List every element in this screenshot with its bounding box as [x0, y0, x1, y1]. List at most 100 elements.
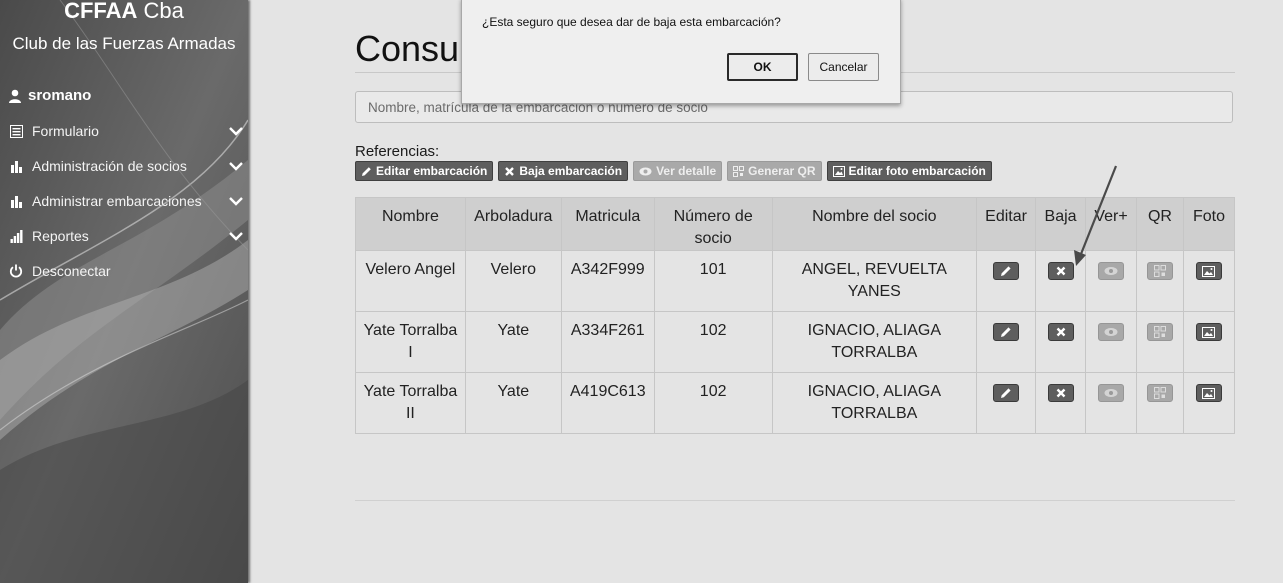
qr-button[interactable] [1146, 323, 1173, 341]
brand-subtitle: Club de las Fuerzas Armadas [12, 34, 236, 53]
list-icon [8, 123, 24, 139]
delete-button[interactable] [1047, 262, 1074, 280]
nav-label: Formulario [32, 123, 99, 139]
pencil-icon [1001, 327, 1011, 337]
x-icon [1056, 266, 1065, 276]
user-icon [9, 89, 21, 103]
pencil-icon [1001, 388, 1011, 398]
user-menu[interactable]: sromano [8, 87, 91, 104]
username: sromano [28, 87, 92, 104]
qr-button[interactable] [1146, 384, 1173, 402]
edit-button[interactable] [993, 384, 1020, 402]
cell-baja [1035, 250, 1087, 312]
cell-ver [1085, 372, 1137, 434]
view-button[interactable] [1098, 262, 1124, 280]
col-header-socio[interactable]: Nombre del socio [771, 197, 978, 251]
eye-icon [1104, 328, 1118, 336]
sidebar: CFFAA Cba Club de las Fuerzas Armadas sr… [0, 0, 248, 583]
cell-arboladura: Yate [464, 372, 562, 434]
view-button[interactable] [1098, 384, 1124, 402]
refs-legend: Editar embarcación Baja embarcación Ver … [355, 161, 992, 181]
cell-numero: 102 [653, 372, 773, 434]
cell-foto [1182, 250, 1236, 312]
eye-icon [1104, 389, 1118, 397]
x-icon [1056, 327, 1065, 337]
confirm-dialog: ¿Esta seguro que desea dar de baja esta … [461, 0, 901, 104]
cell-editar [976, 372, 1037, 434]
cell-ver [1085, 250, 1137, 312]
col-header-matricula[interactable]: Matricula [560, 197, 655, 251]
bar-chart-icon [8, 158, 24, 174]
cell-arboladura: Yate [464, 311, 562, 373]
ok-button[interactable]: OK [727, 53, 798, 81]
col-header-qr: QR [1135, 197, 1184, 251]
photo-button[interactable] [1195, 323, 1222, 341]
brand-title: CFFAA Cba [0, 0, 248, 24]
nav-label: Administración de socios [32, 158, 187, 174]
ref-editar-embarcacion: Editar embarcación [355, 161, 494, 181]
image-icon [1202, 265, 1216, 277]
delete-button[interactable] [1047, 323, 1074, 341]
ref-label: Baja embarcación [519, 164, 623, 178]
photo-button[interactable] [1195, 262, 1222, 280]
nav-item-formulario[interactable]: Formulario [8, 119, 244, 143]
cell-socio: IGNACIO, ALIAGA TORRALBA [771, 311, 978, 373]
image-icon [1202, 326, 1216, 338]
ref-baja-embarcacion: Baja embarcación [498, 161, 629, 181]
delete-button[interactable] [1047, 384, 1074, 402]
ref-label: Editar embarcación [376, 164, 488, 178]
table-header-row: Nombre Arboladura Matricula Número de so… [355, 197, 1236, 251]
ref-editar-foto: Editar foto embarcación [826, 161, 992, 181]
table-row: Yate Torralba II Yate A419C613 102 IGNAC… [355, 372, 1236, 434]
table-row: Yate Torralba I Yate A334F261 102 IGNACI… [355, 311, 1236, 373]
ref-generar-qr: Generar QR [727, 161, 822, 181]
cell-ver [1085, 311, 1137, 373]
col-header-arboladura[interactable]: Arboladura [464, 197, 562, 251]
nav-item-desconectar[interactable]: Desconectar [8, 259, 244, 283]
cancel-button[interactable]: Cancelar [808, 53, 879, 81]
chevron-down-icon [229, 127, 243, 136]
nav-label: Administrar embarcaciones [32, 193, 202, 209]
qr-icon [1153, 265, 1166, 277]
chevron-down-icon [229, 162, 243, 171]
cell-editar [976, 250, 1037, 312]
dialog-message: ¿Esta seguro que desea dar de baja esta … [482, 15, 781, 29]
cell-editar [976, 311, 1037, 373]
nav-item-socios[interactable]: Administración de socios [8, 154, 244, 178]
cell-nombre: Yate Torralba I [355, 311, 466, 373]
col-header-ver: Ver+ [1085, 197, 1137, 251]
brand-strong: CFFAA [64, 0, 138, 23]
qr-icon [1153, 387, 1166, 399]
view-button[interactable] [1098, 323, 1124, 341]
qr-icon [1153, 326, 1166, 338]
cell-socio: ANGEL, REVUELTA YANES [771, 250, 978, 312]
photo-button[interactable] [1195, 384, 1222, 402]
qr-button[interactable] [1146, 262, 1173, 280]
cell-arboladura: Velero [464, 250, 562, 312]
refs-label: Referencias: [355, 143, 440, 160]
x-icon [505, 166, 515, 176]
ref-label: Ver detalle [656, 164, 717, 178]
cell-numero: 102 [653, 311, 773, 373]
brand-rest: Cba [137, 0, 184, 23]
col-header-baja: Baja [1035, 197, 1087, 251]
chevron-down-icon [229, 197, 243, 206]
power-icon [8, 263, 24, 279]
cell-qr [1135, 250, 1184, 312]
cell-matricula: A419C613 [560, 372, 655, 434]
col-header-foto: Foto [1182, 197, 1236, 251]
x-icon [1056, 388, 1065, 398]
edit-button[interactable] [993, 262, 1020, 280]
nav-item-embarcaciones[interactable]: Administrar embarcaciones [8, 189, 244, 213]
embarcaciones-table: Nombre Arboladura Matricula Número de so… [355, 197, 1236, 434]
cell-foto [1182, 372, 1236, 434]
ref-ver-detalle: Ver detalle [633, 161, 723, 181]
eye-icon [1104, 267, 1118, 275]
cell-foto [1182, 311, 1236, 373]
bottom-divider [355, 500, 1235, 501]
cell-matricula: A334F261 [560, 311, 655, 373]
col-header-numero[interactable]: Número de socio [653, 197, 773, 251]
nav-item-reportes[interactable]: Reportes [8, 224, 244, 248]
col-header-nombre[interactable]: Nombre [355, 197, 466, 251]
edit-button[interactable] [993, 323, 1020, 341]
